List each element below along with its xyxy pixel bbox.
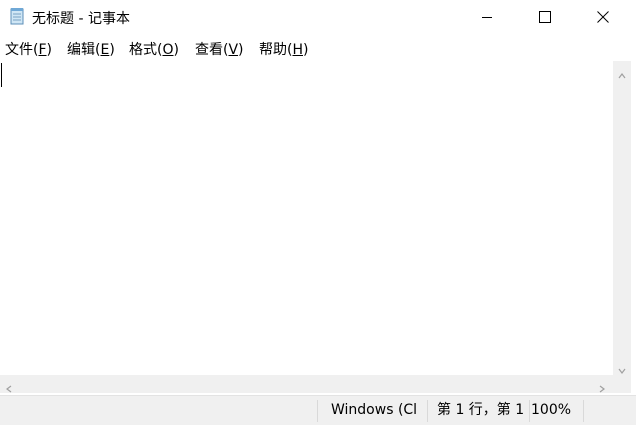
status-divider	[317, 400, 318, 422]
status-encoding: Windows (Cl	[331, 402, 418, 418]
scroll-left-icon[interactable]	[4, 379, 14, 393]
vertical-scrollbar[interactable]	[613, 61, 631, 375]
close-icon	[597, 8, 609, 27]
title-bar[interactable]: 无标题 - 记事本	[0, 0, 636, 34]
scroll-right-icon[interactable]	[597, 379, 607, 393]
notepad-icon	[9, 7, 25, 25]
minimize-icon	[481, 8, 493, 27]
menu-bar: 文件(F) 编辑(E) 格式(O) 查看(V) 帮助(H)	[0, 37, 636, 59]
maximize-button[interactable]	[516, 0, 574, 34]
text-caret	[1, 63, 2, 87]
status-bar: Windows (Cl 第 1 行，第 1 100%	[0, 395, 636, 425]
status-cursor-position: 第 1 行，第 1	[437, 402, 525, 418]
scroll-up-icon[interactable]	[617, 66, 627, 79]
menu-help[interactable]: 帮助(H)	[259, 39, 308, 59]
window-title: 无标题 - 记事本	[32, 11, 130, 27]
scrollbar-corner	[613, 375, 631, 393]
status-divider	[583, 400, 584, 422]
close-button[interactable]	[574, 0, 632, 34]
horizontal-scrollbar[interactable]	[0, 375, 613, 393]
status-divider	[427, 400, 428, 422]
menu-file[interactable]: 文件(F)	[5, 39, 52, 59]
menu-edit[interactable]: 编辑(E)	[67, 39, 115, 59]
status-zoom: 100%	[531, 402, 572, 418]
scroll-down-icon[interactable]	[617, 361, 627, 374]
minimize-button[interactable]	[458, 0, 516, 34]
status-divider	[529, 400, 530, 422]
menu-view[interactable]: 查看(V)	[195, 39, 244, 59]
menu-format[interactable]: 格式(O)	[129, 39, 179, 59]
text-editor-area[interactable]	[0, 61, 613, 375]
maximize-icon	[539, 8, 551, 27]
